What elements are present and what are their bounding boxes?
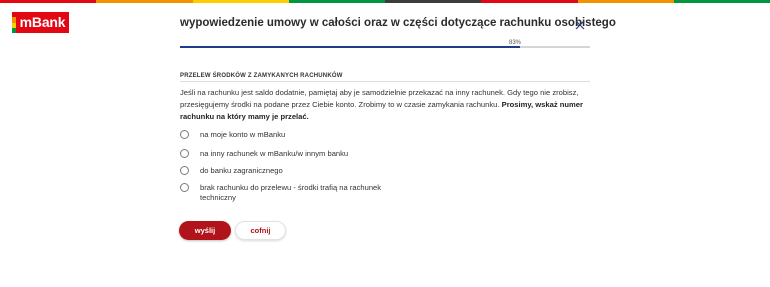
radio-button[interactable] xyxy=(180,166,189,175)
mbank-logo[interactable]: mBank xyxy=(12,12,69,33)
back-button[interactable]: cofnij xyxy=(235,221,286,240)
logo-text: mBank xyxy=(16,12,69,33)
send-button[interactable]: wyślij xyxy=(179,221,231,240)
option-label: do banku zagranicznego xyxy=(200,166,283,175)
progress-fill xyxy=(180,46,521,48)
radio-button[interactable] xyxy=(180,149,189,158)
option-own-account[interactable]: na moje konto w mBanku xyxy=(180,130,285,140)
page-title: wypowiedzenie umowy w całości oraz w czę… xyxy=(180,17,616,29)
brand-stripe xyxy=(0,0,770,3)
radio-button[interactable] xyxy=(180,130,189,139)
option-other-account[interactable]: na inny rachunek w mBanku/w innym banku xyxy=(180,149,348,159)
option-label: brak rachunku do przelewu - środki trafi… xyxy=(200,183,382,202)
section-description: Jeśli na rachunku jest saldo dodatnie, p… xyxy=(180,87,592,123)
option-label: na inny rachunek w mBanku/w innym banku xyxy=(200,149,349,158)
option-foreign-bank[interactable]: do banku zagranicznego xyxy=(180,166,283,176)
option-label: na moje konto w mBanku xyxy=(200,130,286,139)
section-heading: PRZELEW ŚRODKÓW Z ZAMYKANYCH RACHUNKÓW xyxy=(180,73,343,79)
section-divider xyxy=(180,81,590,82)
radio-button[interactable] xyxy=(180,183,189,192)
option-no-account[interactable]: brak rachunku do przelewu - środki trafi… xyxy=(180,183,410,203)
progress-bar xyxy=(180,46,590,48)
close-icon[interactable] xyxy=(573,18,587,32)
